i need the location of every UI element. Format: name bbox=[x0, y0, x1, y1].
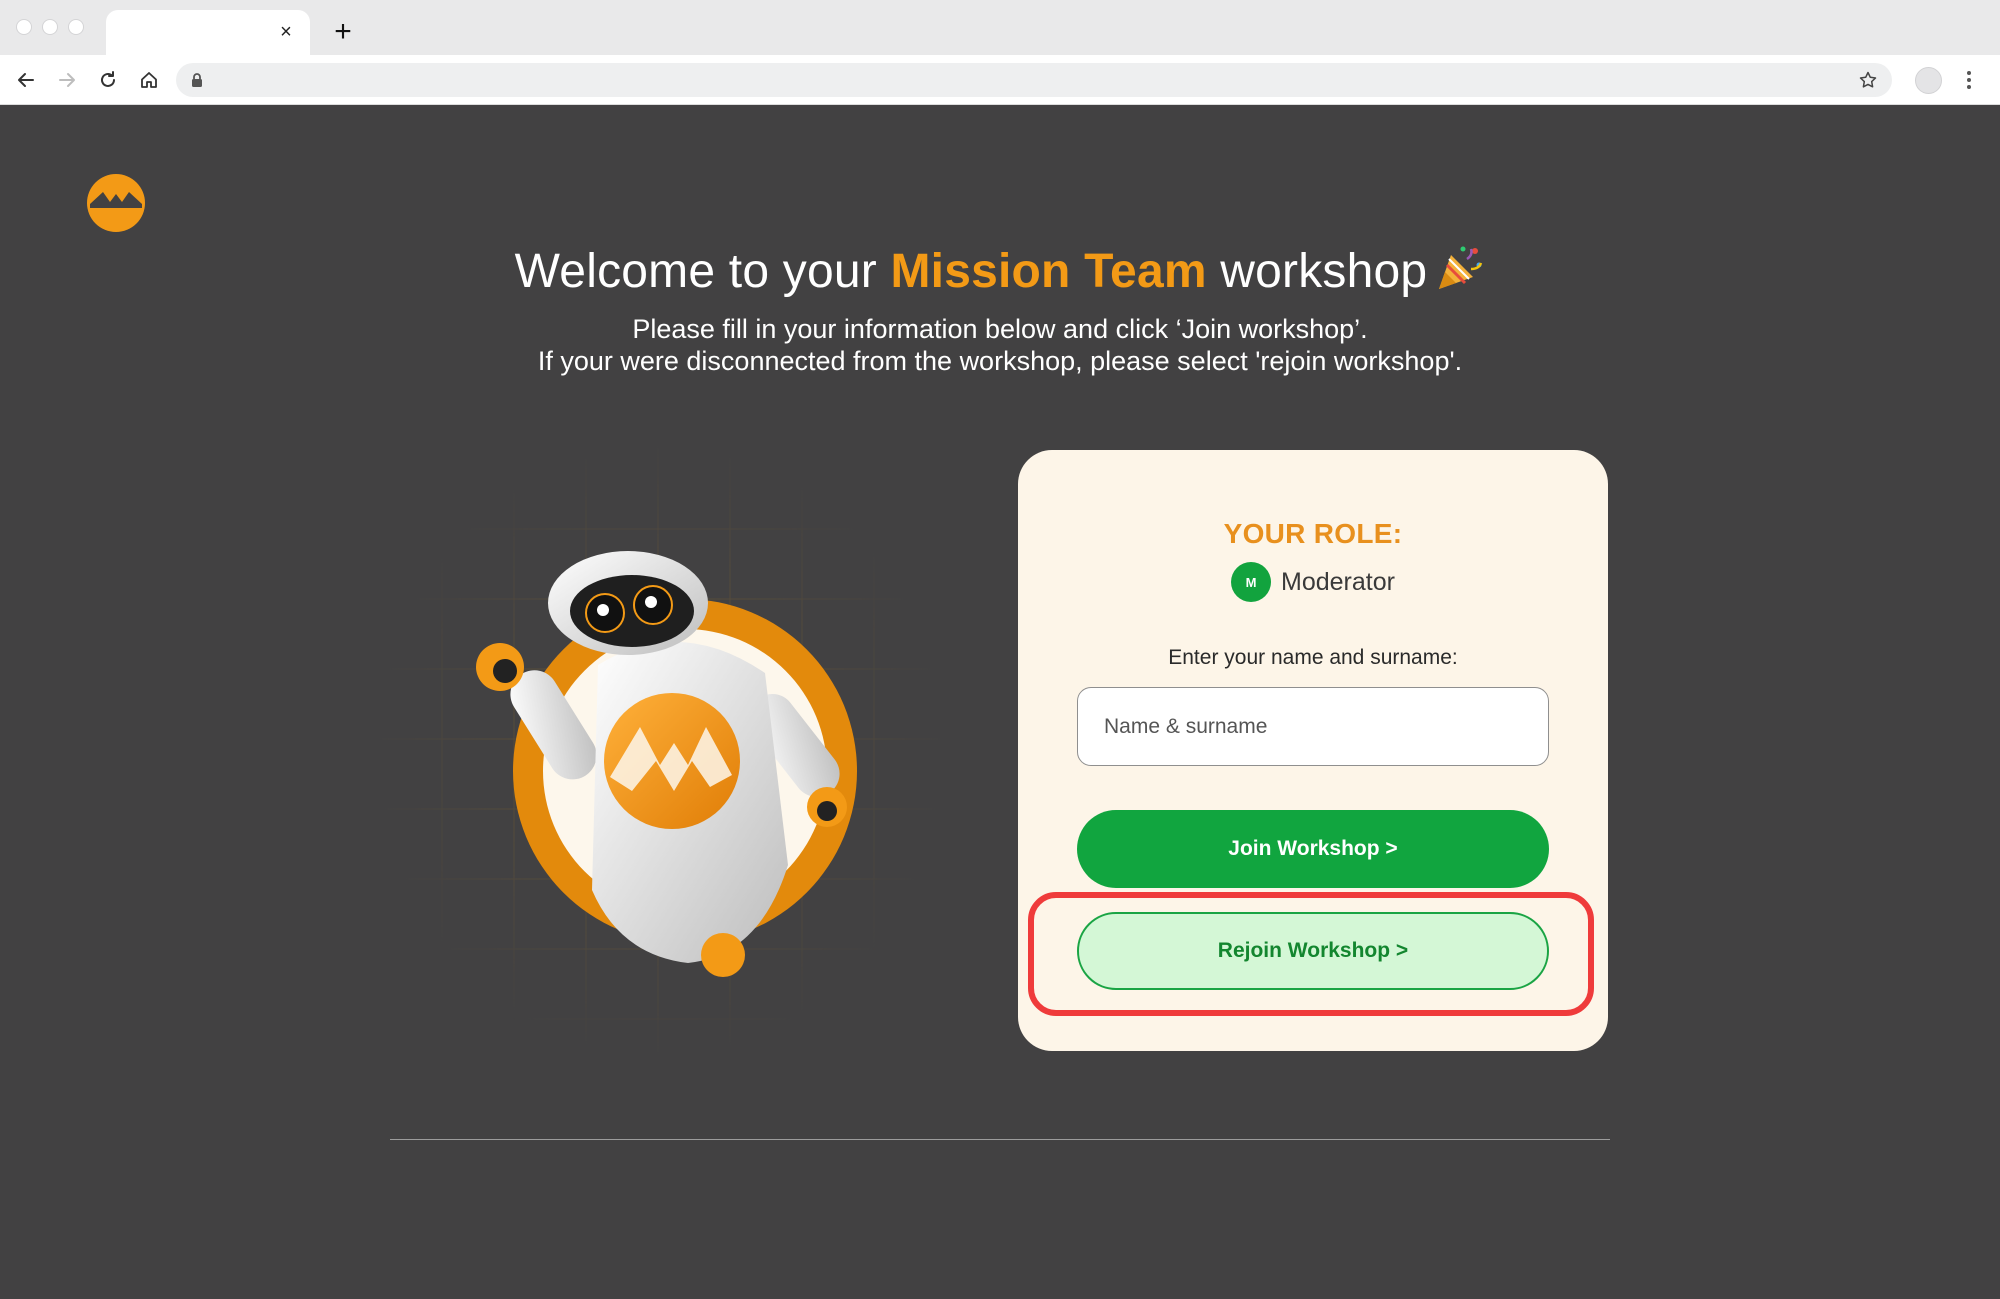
tab-close-icon[interactable]: × bbox=[274, 20, 298, 44]
title-accent: Mission Team bbox=[890, 245, 1207, 298]
page-title: Welcome to your Mission Team workshop bbox=[0, 243, 2000, 305]
forward-arrow-icon[interactable] bbox=[53, 66, 81, 94]
star-icon[interactable] bbox=[1858, 70, 1878, 95]
title-suffix: workshop bbox=[1206, 245, 1428, 298]
back-arrow-icon[interactable] bbox=[12, 66, 40, 94]
window-close-dot[interactable] bbox=[16, 19, 32, 35]
browser-toolbar bbox=[0, 55, 2000, 105]
page-subtitle: Please fill in your information below an… bbox=[0, 313, 2000, 377]
name-surname-input[interactable] bbox=[1077, 687, 1549, 766]
window-zoom-dot[interactable] bbox=[68, 19, 84, 35]
rejoin-workshop-button[interactable]: Rejoin Workshop > bbox=[1077, 912, 1549, 990]
subtitle-line-2: If your were disconnected from the works… bbox=[537, 346, 1463, 376]
window-minimize-dot[interactable] bbox=[42, 19, 58, 35]
mission-team-logo[interactable] bbox=[86, 173, 146, 233]
kebab-menu-icon[interactable] bbox=[1964, 67, 1974, 93]
reload-icon[interactable] bbox=[94, 66, 122, 94]
name-field-label: Enter your name and surname: bbox=[1168, 646, 1458, 669]
role-name: Moderator bbox=[1281, 567, 1395, 596]
role-row: M Moderator bbox=[1018, 562, 1608, 602]
role-heading: YOUR ROLE: bbox=[1223, 518, 1403, 549]
workshop-join-page: Welcome to your Mission Team workshop Pl… bbox=[0, 105, 2000, 1299]
subtitle-line-1: Please fill in your information below an… bbox=[632, 314, 1368, 344]
join-workshop-button[interactable]: Join Workshop > bbox=[1077, 810, 1549, 888]
role-badge: M bbox=[1231, 562, 1272, 602]
title-prefix: Welcome to your bbox=[514, 245, 891, 298]
lock-icon bbox=[190, 72, 204, 93]
robot-illustration bbox=[370, 435, 950, 1065]
new-tab-icon[interactable]: + bbox=[328, 14, 358, 50]
browser-tab[interactable]: × bbox=[106, 10, 310, 55]
join-card: YOUR ROLE: M Moderator Enter your name a… bbox=[1018, 450, 1608, 1051]
profile-avatar[interactable] bbox=[1915, 67, 1942, 94]
browser-tab-bar: × + bbox=[0, 0, 2000, 55]
home-icon[interactable] bbox=[135, 66, 163, 94]
party-popper-icon bbox=[1435, 243, 1485, 305]
footer-divider bbox=[390, 1139, 1610, 1140]
address-bar[interactable] bbox=[176, 63, 1892, 97]
